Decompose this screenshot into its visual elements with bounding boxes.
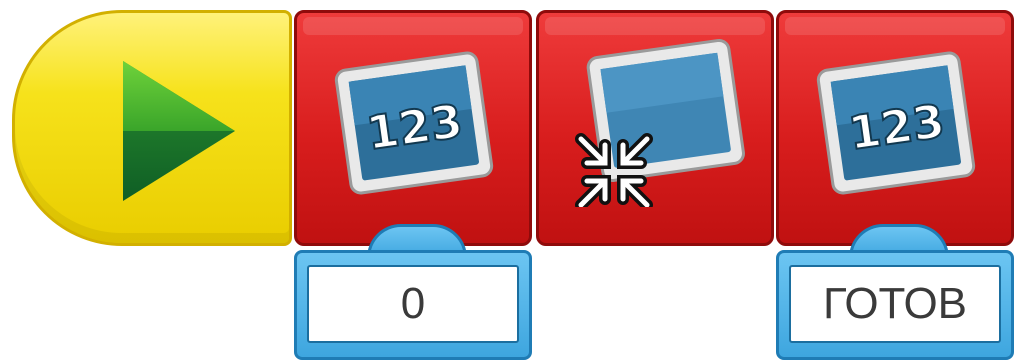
parameter-value-2[interactable]: ГОТОВ bbox=[789, 265, 1001, 343]
play-triangle-icon bbox=[123, 61, 235, 201]
start-block[interactable] bbox=[12, 10, 292, 246]
parameter-field-1[interactable]: 0 bbox=[294, 250, 532, 360]
block-highlight bbox=[545, 17, 765, 35]
display-number-block-2[interactable]: 123 bbox=[776, 10, 1014, 246]
parameter-field-2[interactable]: ГОТОВ bbox=[776, 250, 1014, 360]
block-highlight bbox=[303, 17, 523, 35]
parameter-value-1[interactable]: 0 bbox=[307, 265, 519, 343]
monitor-123-icon: 123 bbox=[334, 51, 494, 195]
block-highlight bbox=[785, 17, 1005, 35]
monitor-shrink-icon bbox=[575, 38, 745, 207]
monitor-123-icon: 123 bbox=[816, 51, 976, 195]
display-clear-block[interactable] bbox=[536, 10, 774, 246]
display-number-block-1[interactable]: 123 bbox=[294, 10, 532, 246]
